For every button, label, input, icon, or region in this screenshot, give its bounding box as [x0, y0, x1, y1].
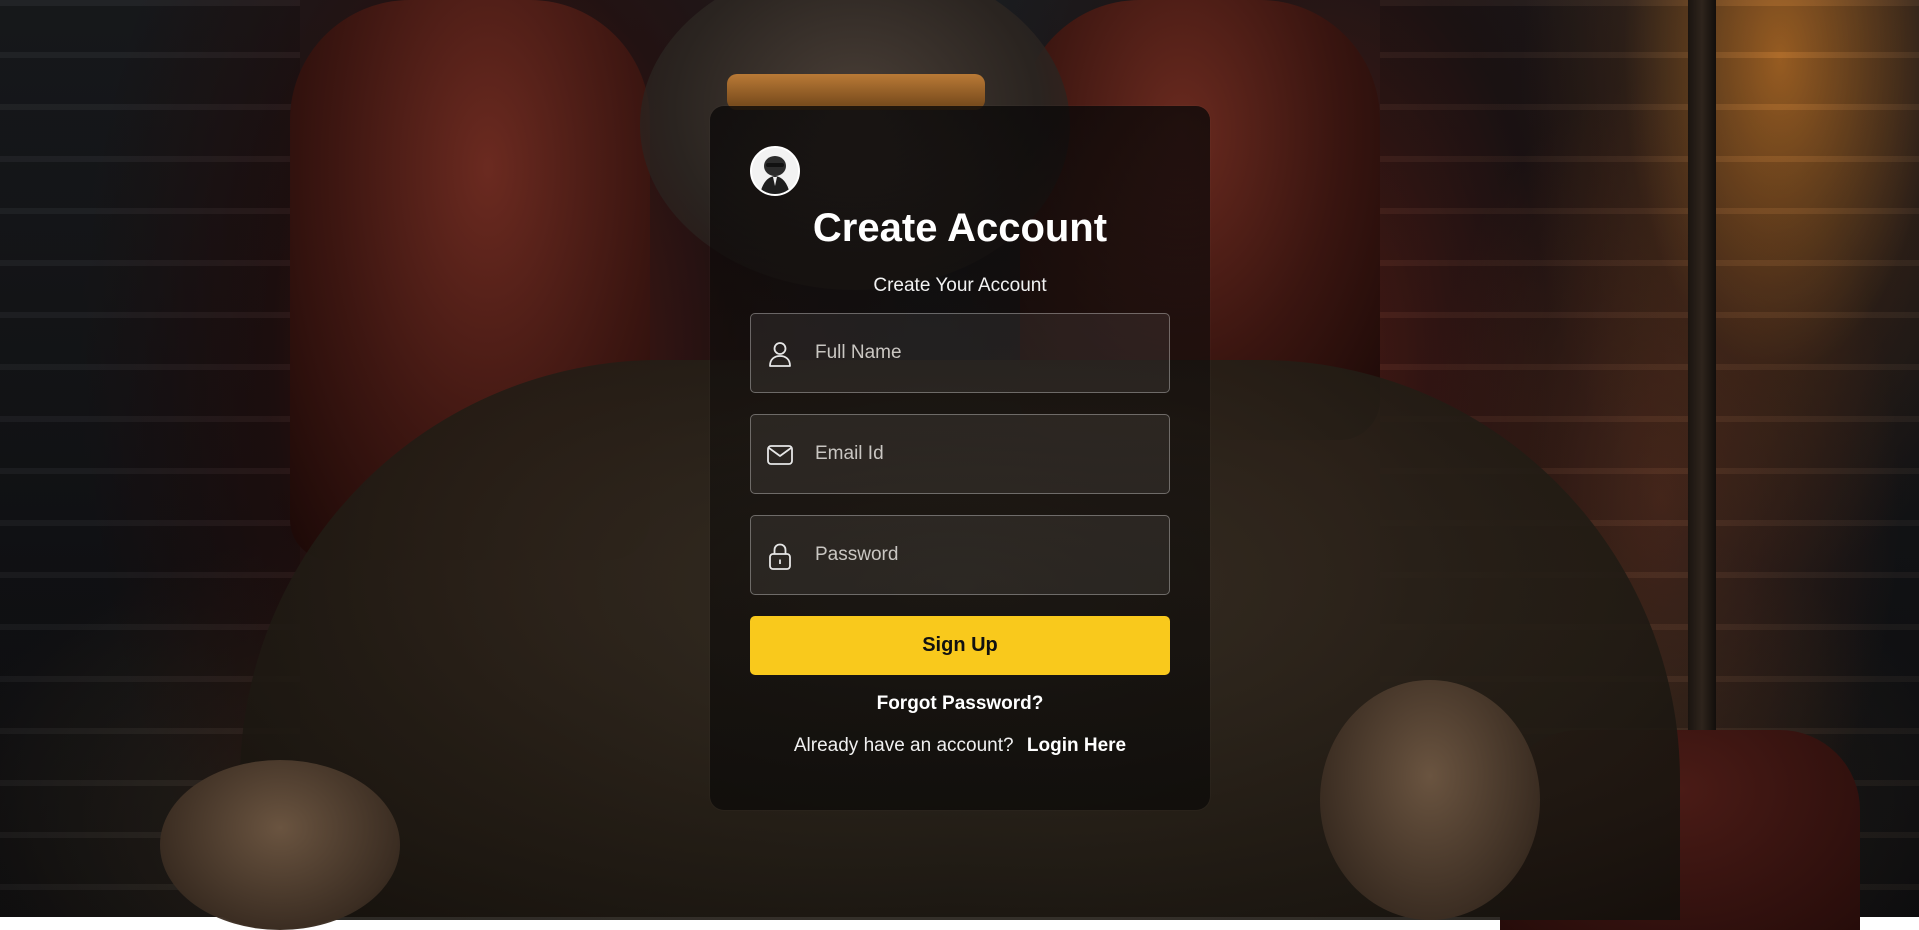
page-title: Create Account — [812, 206, 1108, 250]
login-link[interactable]: Login Here — [1027, 735, 1126, 756]
full-name-input[interactable] — [815, 314, 1155, 392]
password-input[interactable] — [815, 516, 1155, 594]
hand-left — [160, 760, 400, 930]
lamp-pole — [1688, 0, 1716, 740]
sign-up-button[interactable]: Sign Up — [750, 616, 1170, 675]
email-field[interactable] — [750, 414, 1170, 494]
lock-icon — [765, 541, 795, 571]
email-input[interactable] — [815, 415, 1155, 493]
user-icon — [765, 339, 795, 369]
page-subtitle: Create Your Account — [873, 275, 1047, 296]
full-name-field[interactable] — [750, 313, 1170, 393]
logo-icon — [750, 146, 800, 196]
password-field[interactable] — [750, 515, 1170, 595]
hand-right — [1320, 680, 1540, 920]
login-prompt: Already have an account? Login Here — [710, 733, 1210, 759]
mail-icon — [765, 440, 795, 470]
forgot-password-link[interactable]: Forgot Password? — [710, 691, 1210, 717]
sunglasses — [727, 74, 985, 110]
account-prompt-text: Already have an account? — [793, 735, 1014, 756]
